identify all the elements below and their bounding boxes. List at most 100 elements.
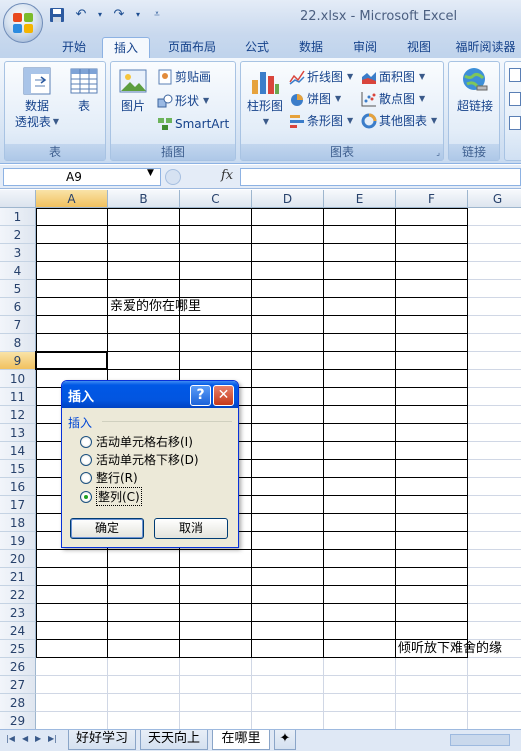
cell-c3[interactable]	[180, 244, 252, 262]
cell-e28[interactable]	[324, 694, 396, 712]
cell-g23[interactable]	[468, 604, 521, 622]
tab-home[interactable]: 开始	[52, 37, 96, 58]
cell-g18[interactable]	[468, 514, 521, 532]
pivot-table-button[interactable]: 数据 透视表 ▼	[9, 66, 65, 130]
area-chart-button[interactable]: 面积图 ▼	[361, 68, 425, 85]
clipart-button[interactable]: 剪贴画	[157, 68, 211, 85]
tab-data[interactable]: 数据	[288, 37, 334, 58]
row-header-21[interactable]: 21	[0, 568, 36, 586]
cell-d3[interactable]	[252, 244, 324, 262]
cell-g13[interactable]	[468, 424, 521, 442]
column-chart-button[interactable]: 柱形图 ▼	[243, 66, 287, 130]
cell-a25[interactable]	[36, 640, 108, 658]
cell-b1[interactable]	[108, 208, 180, 226]
cell-d7[interactable]	[252, 316, 324, 334]
cell-a6[interactable]	[36, 298, 108, 316]
cell-c27[interactable]	[180, 676, 252, 694]
cell-a23[interactable]	[36, 604, 108, 622]
cell-g3[interactable]	[468, 244, 521, 262]
cell-c2[interactable]	[180, 226, 252, 244]
cell-g9[interactable]	[468, 352, 521, 370]
cell-e9[interactable]	[324, 352, 396, 370]
cell-g8[interactable]	[468, 334, 521, 352]
cell-g7[interactable]	[468, 316, 521, 334]
cell-d10[interactable]	[252, 370, 324, 388]
cell-g5[interactable]	[468, 280, 521, 298]
cell-f9[interactable]	[396, 352, 468, 370]
cell-f19[interactable]	[396, 532, 468, 550]
option-shift-right[interactable]: 活动单元格右移(I)	[80, 433, 193, 450]
header-footer-icon[interactable]	[509, 92, 521, 106]
cell-d24[interactable]	[252, 622, 324, 640]
tab-foxit-reader[interactable]: 福昕阅读器	[450, 37, 521, 58]
insert-sheet-icon[interactable]: ✦	[274, 730, 296, 750]
cell-c29[interactable]	[180, 712, 252, 730]
cell-d23[interactable]	[252, 604, 324, 622]
name-box-dropdown-icon[interactable]: ▼	[147, 168, 154, 178]
cell-d19[interactable]	[252, 532, 324, 550]
row-header-8[interactable]: 8	[0, 334, 36, 352]
cell-d9[interactable]	[252, 352, 324, 370]
row-header-13[interactable]: 13	[0, 424, 36, 442]
cell-g11[interactable]	[468, 388, 521, 406]
column-header-g[interactable]: G	[468, 190, 521, 208]
cell-g22[interactable]	[468, 586, 521, 604]
cell-a8[interactable]	[36, 334, 108, 352]
cell-b22[interactable]	[108, 586, 180, 604]
cell-b7[interactable]	[108, 316, 180, 334]
cell-e26[interactable]	[324, 658, 396, 676]
row-header-10[interactable]: 10	[0, 370, 36, 388]
cell-e7[interactable]	[324, 316, 396, 334]
cell-d18[interactable]	[252, 514, 324, 532]
cell-g19[interactable]	[468, 532, 521, 550]
cell-f29[interactable]	[396, 712, 468, 730]
save-icon[interactable]	[48, 7, 66, 23]
cell-a27[interactable]	[36, 676, 108, 694]
sheet-tab-2[interactable]: 天天向上	[140, 730, 208, 750]
cell-c8[interactable]	[180, 334, 252, 352]
cell-c24[interactable]	[180, 622, 252, 640]
cell-d22[interactable]	[252, 586, 324, 604]
row-header-12[interactable]: 12	[0, 406, 36, 424]
radio-entire-row[interactable]	[80, 471, 92, 484]
cell-c21[interactable]	[180, 568, 252, 586]
cell-e15[interactable]	[324, 460, 396, 478]
cell-e19[interactable]	[324, 532, 396, 550]
cell-g15[interactable]	[468, 460, 521, 478]
cell-c20[interactable]	[180, 550, 252, 568]
cell-g27[interactable]	[468, 676, 521, 694]
row-header-29[interactable]: 29	[0, 712, 36, 730]
row-header-11[interactable]: 11	[0, 388, 36, 406]
row-header-23[interactable]: 23	[0, 604, 36, 622]
option-entire-column[interactable]: 整列(C)	[80, 487, 142, 506]
row-header-6[interactable]: 6	[0, 298, 36, 316]
scatter-chart-button[interactable]: 散点图 ▼	[361, 90, 425, 107]
cell-c25[interactable]	[180, 640, 252, 658]
cell-f12[interactable]	[396, 406, 468, 424]
undo-dropdown-icon[interactable]: ▾	[96, 7, 104, 23]
pie-chart-button[interactable]: 饼图 ▼	[289, 90, 341, 107]
cell-d11[interactable]	[252, 388, 324, 406]
cell-g24[interactable]	[468, 622, 521, 640]
cell-a20[interactable]	[36, 550, 108, 568]
table-button[interactable]: 表	[65, 66, 103, 114]
cell-e23[interactable]	[324, 604, 396, 622]
cell-a1[interactable]	[36, 208, 108, 226]
cell-g6[interactable]	[468, 298, 521, 316]
row-header-26[interactable]: 26	[0, 658, 36, 676]
cell-e13[interactable]	[324, 424, 396, 442]
cell-e6[interactable]	[324, 298, 396, 316]
cell-g28[interactable]	[468, 694, 521, 712]
cell-f17[interactable]	[396, 496, 468, 514]
row-header-1[interactable]: 1	[0, 208, 36, 226]
first-sheet-icon[interactable]: |◀	[6, 734, 15, 743]
cell-f5[interactable]	[396, 280, 468, 298]
cell-e20[interactable]	[324, 550, 396, 568]
cell-a4[interactable]	[36, 262, 108, 280]
cell-b2[interactable]	[108, 226, 180, 244]
cell-g10[interactable]	[468, 370, 521, 388]
cell-c26[interactable]	[180, 658, 252, 676]
cell-e27[interactable]	[324, 676, 396, 694]
cell-g20[interactable]	[468, 550, 521, 568]
column-header-e[interactable]: E	[324, 190, 396, 208]
